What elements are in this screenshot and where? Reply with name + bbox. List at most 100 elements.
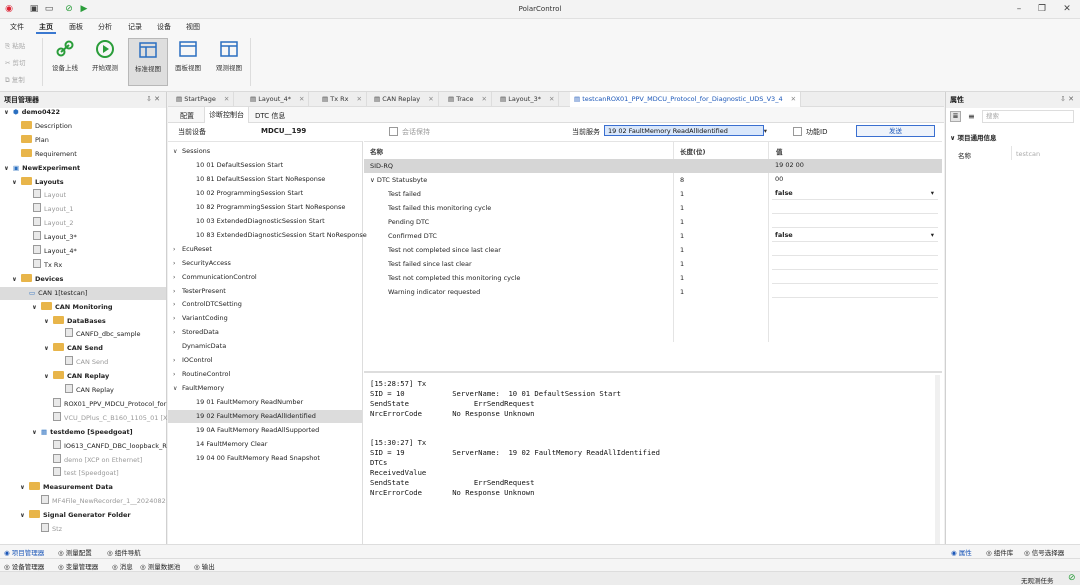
service-item[interactable]: 14 FaultMemory Clear xyxy=(168,438,362,451)
chevron-right-icon[interactable]: › xyxy=(173,298,182,311)
service-item[interactable]: › SecurityAccess xyxy=(168,257,362,270)
tab-messages[interactable]: ◎ 消息 xyxy=(112,561,133,571)
chevron-down-icon[interactable]: ∨ xyxy=(44,370,53,383)
tab-component-lib[interactable]: ◎ 组件库 xyxy=(986,547,1013,557)
doc-tab[interactable]: ▤ StartPage ✕ xyxy=(172,92,235,107)
service-item[interactable]: › RoutineControl xyxy=(168,368,362,381)
section-header[interactable]: ∨ 项目通用信息 xyxy=(950,132,997,142)
param-row[interactable]: Test not completed this monitoring cycle… xyxy=(364,271,942,285)
param-value[interactable]: false ▾ xyxy=(772,188,938,200)
device-online-button[interactable]: 设备上线 xyxy=(48,38,82,86)
project-tree-item[interactable]: ∨ DataBases xyxy=(0,315,166,328)
copy-button[interactable]: ⧉ 复制 xyxy=(5,74,25,85)
service-item[interactable]: › TesterPresent xyxy=(168,285,362,298)
cut-button[interactable]: ✂ 剪切 xyxy=(5,57,26,67)
chevron-right-icon[interactable]: › xyxy=(173,271,182,284)
service-item[interactable]: 10 03 ExtendedDiagnosticSession Start xyxy=(168,215,362,228)
restore-icon[interactable]: ❐ xyxy=(1035,3,1049,15)
project-tree-item[interactable]: CAN Send xyxy=(0,356,166,369)
doc-tab[interactable]: ▤ Layout_4* ✕ xyxy=(246,92,310,107)
menu-view[interactable]: 视图 xyxy=(186,22,200,32)
service-item[interactable]: 10 82 ProgrammingSession Start NoRespons… xyxy=(168,201,362,214)
prop-name-value[interactable]: testcan xyxy=(1016,150,1040,158)
tab-config[interactable]: 配置 xyxy=(180,111,194,121)
param-value[interactable] xyxy=(772,244,938,256)
project-tree-item[interactable]: VCU_DPlus_C_B160_1105_01 [X xyxy=(0,411,168,425)
service-item[interactable]: 10 81 DefaultSession Start NoResponse xyxy=(168,173,362,186)
chevron-down-icon[interactable]: ∨ xyxy=(12,273,21,286)
start-observe-button[interactable]: 开始观测 xyxy=(88,38,122,86)
service-item[interactable]: DynamicData xyxy=(168,340,362,353)
service-item[interactable]: › CommunicationControl xyxy=(168,271,362,284)
param-value[interactable] xyxy=(772,202,938,214)
project-tree-item[interactable]: Layout xyxy=(0,189,166,202)
close-icon[interactable]: ✕ xyxy=(426,95,433,103)
project-tree-item[interactable]: Layout_2 xyxy=(0,217,166,230)
close-icon[interactable]: ✕ xyxy=(479,95,487,103)
project-tree-item[interactable]: ∨ CAN Monitoring xyxy=(0,301,166,314)
project-tree-item[interactable]: Description xyxy=(0,120,166,133)
search-input[interactable]: 搜索 xyxy=(982,110,1074,123)
chevron-right-icon[interactable]: › xyxy=(173,257,182,270)
param-row[interactable]: ∨ DTC Statusbyte 8 00 xyxy=(364,173,942,187)
service-item[interactable]: 19 01 FaultMemory ReadNumber xyxy=(168,396,362,409)
param-value[interactable] xyxy=(772,272,938,284)
tab-variable-manager[interactable]: ◎ 变量管理器 xyxy=(58,561,98,571)
tab-dtc-info[interactable]: DTC 信息 xyxy=(255,111,285,121)
chevron-right-icon[interactable]: › xyxy=(173,326,182,339)
doc-tab[interactable]: ▤ Trace ✕ xyxy=(444,92,492,107)
menu-home[interactable]: 主页 xyxy=(39,22,53,32)
tab-measure-pool[interactable]: ◎ 测量数据池 xyxy=(140,561,180,571)
categorized-icon[interactable]: ≣ xyxy=(950,111,961,122)
send-button[interactable]: 发送 xyxy=(856,125,935,137)
tab-component-nav[interactable]: ◎ 组件导航 xyxy=(107,547,141,557)
service-item[interactable]: 10 02 ProgrammingSession Start xyxy=(168,187,362,200)
project-tree-item[interactable]: ROX01_PPV_MDCU_Protocol_for xyxy=(0,397,166,411)
param-row[interactable]: Test failed 1 false ▾ xyxy=(364,187,942,201)
chevron-down-icon[interactable]: ∨ xyxy=(4,106,13,119)
menu-analysis[interactable]: 分析 xyxy=(98,22,112,32)
tab-signal-selector[interactable]: ◎ 信号选择器 xyxy=(1024,547,1064,557)
close-icon[interactable]: ✕ xyxy=(354,95,362,103)
service-item[interactable]: 19 04 00 FaultMemory Read Snapshot xyxy=(168,452,362,465)
chevron-down-icon[interactable]: ∨ xyxy=(32,426,41,439)
chevron-down-icon[interactable]: ∨ xyxy=(20,509,29,522)
param-row[interactable]: Warning indicator requested 1 xyxy=(364,285,942,299)
chevron-down-icon[interactable]: ∨ xyxy=(20,481,29,494)
observe-view-button[interactable]: 观测视图 xyxy=(212,38,246,86)
service-item[interactable]: 10 01 DefaultSession Start xyxy=(168,159,362,172)
project-tree-item[interactable]: ∨ ⬢ demo0422 xyxy=(0,106,166,119)
tab-project-manager[interactable]: ◉ 项目管理器 xyxy=(4,547,44,557)
tab-output[interactable]: ◎ 输出 xyxy=(194,561,215,571)
log-scrollbar[interactable] xyxy=(935,375,940,545)
tab-measure-config[interactable]: ◎ 测量配置 xyxy=(58,547,92,557)
service-item[interactable]: ∨ Sessions xyxy=(168,145,362,158)
project-tree-item[interactable]: ∨ Devices xyxy=(0,273,166,286)
service-item[interactable]: › EcuReset xyxy=(168,243,362,256)
chevron-down-icon[interactable]: ∨ xyxy=(173,145,182,158)
service-item[interactable]: ∨ FaultMemory xyxy=(168,382,362,395)
standard-view-button[interactable]: 标准视图 xyxy=(128,38,168,86)
project-tree-item[interactable]: Plan xyxy=(0,134,166,147)
keepalive-checkbox[interactable] xyxy=(389,127,398,136)
minimize-icon[interactable]: – xyxy=(1012,3,1026,15)
project-tree-item[interactable]: CANFD_dbc_sample xyxy=(0,328,166,341)
chevron-right-icon[interactable]: › xyxy=(173,368,182,381)
chevron-right-icon[interactable]: › xyxy=(173,312,182,325)
service-item[interactable]: › StoredData xyxy=(168,326,362,339)
doc-tab[interactable]: ▤ CAN Replay ✕ xyxy=(370,92,439,107)
service-item[interactable]: 19 02 FaultMemory ReadAllIdentified xyxy=(168,410,362,424)
project-tree-item[interactable]: test [Speedgoat] xyxy=(0,467,166,480)
func-id-checkbox[interactable] xyxy=(793,127,802,136)
service-item[interactable]: › VariantCoding xyxy=(168,312,362,325)
close-icon[interactable]: ✕ xyxy=(789,95,796,103)
param-row[interactable]: Pending DTC 1 xyxy=(364,215,942,229)
service-item[interactable]: › IOControl xyxy=(168,354,362,367)
param-row[interactable]: Test not completed since last clear 1 xyxy=(364,243,942,257)
chevron-down-icon[interactable]: ∨ xyxy=(370,176,377,184)
chevron-down-icon[interactable]: ∨ xyxy=(44,342,53,355)
project-tree-item[interactable]: IO613_CANFD_DBC_loopback_R xyxy=(0,439,167,453)
doc-tab[interactable]: ▤ Tx Rx ✕ xyxy=(318,92,367,107)
param-value[interactable] xyxy=(772,258,938,270)
menu-device[interactable]: 设备 xyxy=(157,22,171,32)
